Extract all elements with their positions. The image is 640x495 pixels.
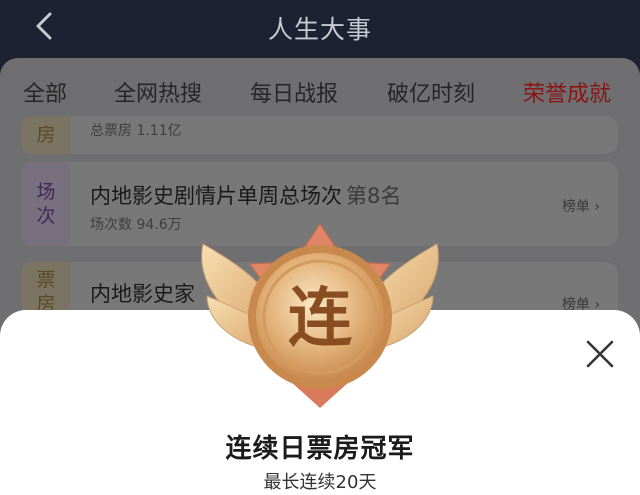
tab-honors[interactable]: 荣誉成就 — [523, 76, 611, 108]
nav-bar: 人生大事 — [0, 0, 640, 58]
page-title: 人生大事 — [267, 15, 372, 44]
category-tag: 场 次 — [22, 162, 70, 246]
tab-bar: 全部 全网热搜 每日战报 破亿时刻 荣誉成就 — [0, 58, 640, 124]
tab-all[interactable]: 全部 — [23, 76, 67, 108]
list-item[interactable]: 房 总票房 1.11亿 — [22, 116, 618, 154]
card-subtitle: 总票房 1.11亿 — [90, 123, 182, 139]
card-subtitle: 场次数 94.6万 — [90, 217, 182, 233]
chevron-right-icon: › — [589, 199, 600, 215]
tab-daily-report[interactable]: 每日战报 — [250, 76, 338, 108]
close-icon[interactable] — [584, 338, 616, 370]
medal-icon: 连 — [201, 223, 439, 408]
tab-billion-moment[interactable]: 破亿时刻 — [387, 76, 475, 108]
category-tag: 房 — [22, 116, 70, 154]
achievement-subtitle: 最长连续20天 — [263, 472, 377, 493]
rank-label: 第8名 — [346, 184, 402, 208]
ranking-link[interactable]: 榜单 › — [562, 196, 600, 216]
medal-character: 连 — [288, 281, 352, 356]
achievement-title: 连续日票房冠军 — [225, 434, 415, 464]
card-title: 内地影史家 — [90, 282, 195, 306]
tab-hot-search[interactable]: 全网热搜 — [114, 76, 202, 108]
card-title: 内地影史剧情片单周总场次 第8名 — [90, 184, 402, 208]
